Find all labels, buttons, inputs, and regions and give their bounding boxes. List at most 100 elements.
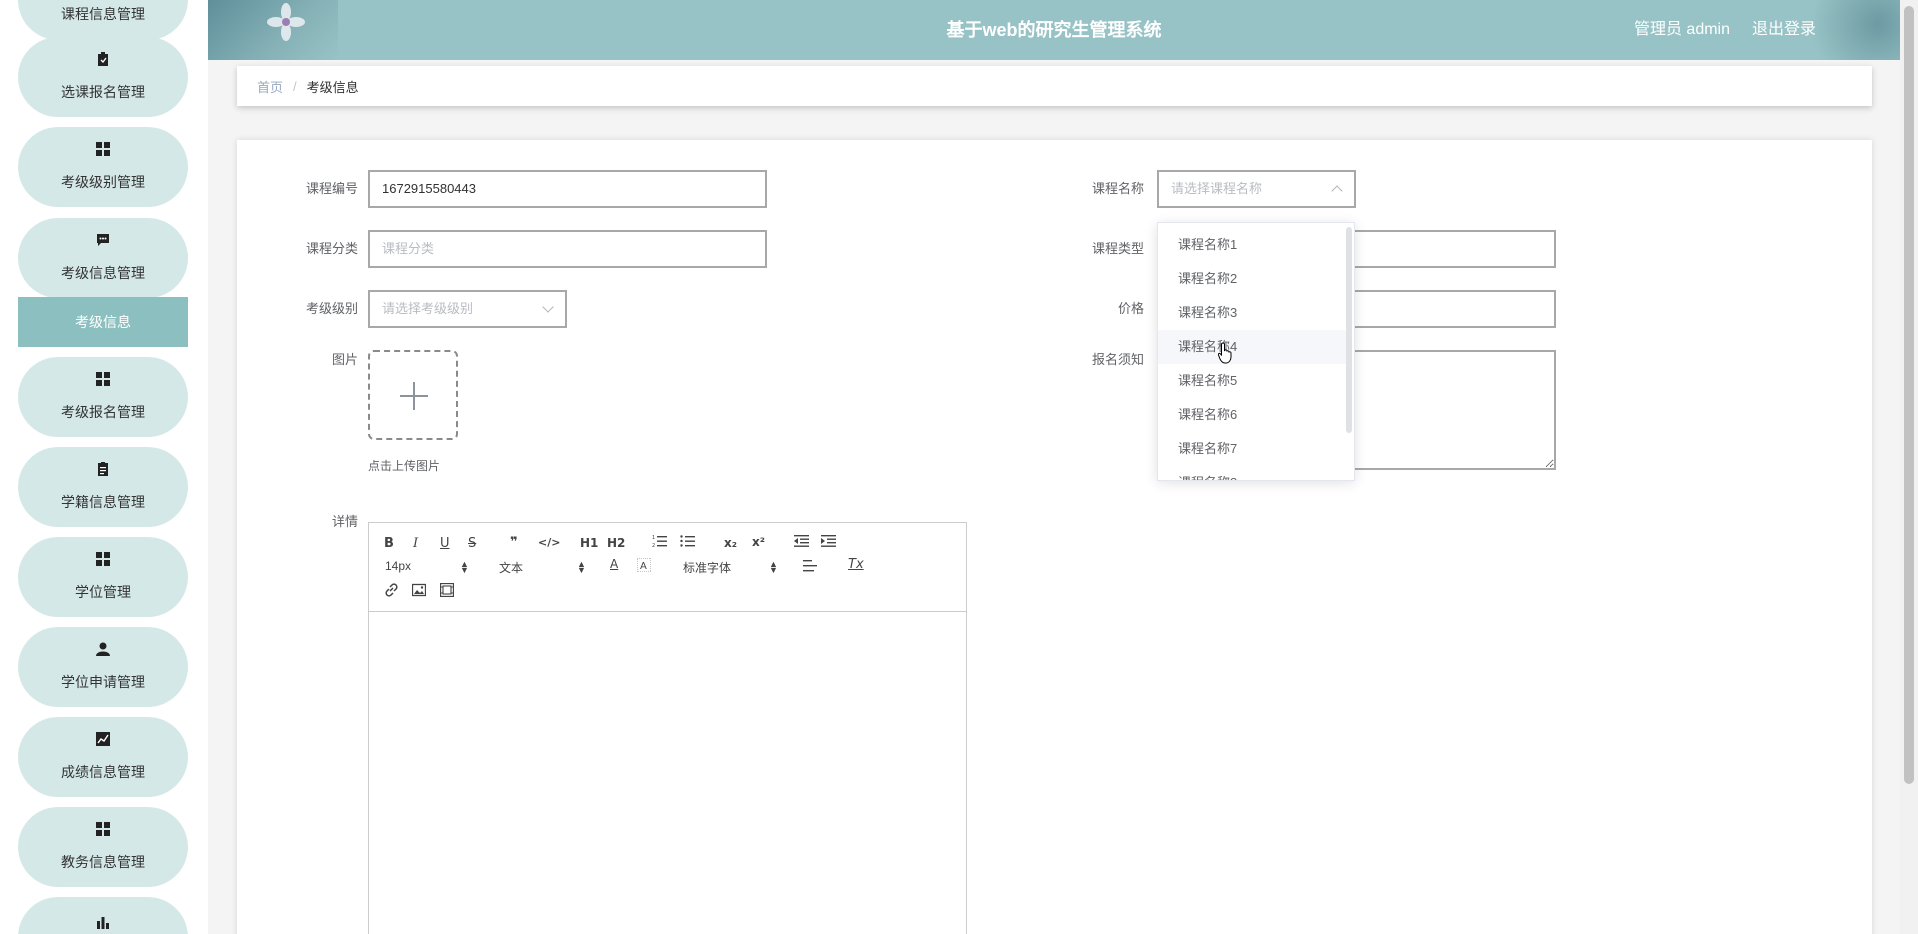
underline-button[interactable]: U xyxy=(440,536,450,551)
sidebar-item-statistics[interactable] xyxy=(18,897,188,934)
grid-icon xyxy=(96,372,110,390)
superscript-button[interactable]: x² xyxy=(752,535,765,549)
editor-content-area[interactable] xyxy=(369,613,966,934)
bar-chart-icon xyxy=(96,915,110,933)
top-header: 基于web的研究生管理系统 管理员 admin 退出登录 xyxy=(208,0,1900,60)
indent-button[interactable] xyxy=(821,534,836,552)
course-type-label: 课程类型 xyxy=(1091,241,1144,256)
exam-level-label: 考级级别 xyxy=(305,301,358,316)
bullet-list-button[interactable] xyxy=(680,534,695,552)
breadcrumb-home[interactable]: 首页 xyxy=(257,77,283,96)
grid-icon xyxy=(96,552,110,570)
video-icon[interactable] xyxy=(439,582,455,601)
sidebar-item-label: 考级信息管理 xyxy=(61,265,145,281)
plus-icon xyxy=(413,382,415,410)
font-color-button[interactable]: A xyxy=(610,557,618,571)
svg-text:1: 1 xyxy=(652,535,655,541)
dropdown-option[interactable]: 课程名称1 xyxy=(1158,228,1348,262)
clear-format-button[interactable]: Tx xyxy=(848,557,864,572)
sidebar-item-course-enroll[interactable]: 选课报名管理 xyxy=(18,37,188,117)
dropdown-option[interactable]: 课程名称8 xyxy=(1158,466,1348,480)
sidebar-item-label: 学位管理 xyxy=(75,584,131,600)
dropdown-option-hovered[interactable]: 课程名称4 xyxy=(1158,330,1348,364)
image-upload-button[interactable] xyxy=(368,350,458,440)
dropdown-option[interactable]: 课程名称6 xyxy=(1158,398,1348,432)
course-name-dropdown: 课程名称1 课程名称2 课程名称3 课程名称4 课程名称5 课程名称6 课程名称… xyxy=(1157,222,1355,481)
dropdown-scrollbar[interactable] xyxy=(1346,227,1352,433)
caret-up-down-icon: ▲ ▼ xyxy=(460,559,469,575)
exam-level-select[interactable]: 请选择考级级别 xyxy=(368,290,567,328)
picture-label: 图片 xyxy=(331,352,358,367)
course-category-label: 课程分类 xyxy=(305,241,358,256)
grid-icon xyxy=(96,142,110,160)
breadcrumb: 首页 / 考级信息 xyxy=(237,66,1872,106)
sidebar-item-degree[interactable]: 学位管理 xyxy=(18,537,188,617)
dropdown-option[interactable]: 课程名称3 xyxy=(1158,296,1348,330)
italic-button[interactable]: I xyxy=(413,536,418,551)
sidebar-item-exam-level[interactable]: 考级级别管理 xyxy=(18,127,188,207)
dropdown-option[interactable]: 课程名称2 xyxy=(1158,262,1348,296)
subscript-button[interactable]: x₂ xyxy=(724,536,737,550)
strikethrough-button[interactable]: S xyxy=(468,536,476,551)
svg-text:A: A xyxy=(640,561,647,572)
outdent-button[interactable] xyxy=(794,534,809,552)
chart-icon xyxy=(96,732,110,750)
document-icon xyxy=(97,462,109,480)
form-card: 课程编号 1672915580443 课程分类 课程分类 考级级别 请选择考级级… xyxy=(237,140,1872,934)
course-no-label: 课程编号 xyxy=(305,181,358,196)
sidebar-item-course-info[interactable]: ▪▪ 课程信息管理 xyxy=(18,0,188,40)
upload-tip: 点击上传图片 xyxy=(368,459,441,473)
sidebar-item-student-status[interactable]: 学籍信息管理 xyxy=(18,447,188,527)
logout-button[interactable]: 退出登录 xyxy=(1752,0,1816,60)
align-button[interactable] xyxy=(803,560,817,576)
course-name-placeholder: 请选择课程名称 xyxy=(1171,181,1263,196)
sidebar-item-label: 教务信息管理 xyxy=(61,854,145,870)
ordered-list-button[interactable]: 12 xyxy=(652,534,667,552)
exam-level-placeholder: 请选择考级级别 xyxy=(382,301,474,316)
current-user: 管理员 admin xyxy=(1633,21,1730,38)
font-family-value: 标准字体 xyxy=(683,561,732,575)
breadcrumb-current: 考级信息 xyxy=(306,79,359,95)
clipboard-icon xyxy=(97,52,109,70)
blockquote-button[interactable]: ❞ xyxy=(510,535,518,550)
sidebar-item-label: 学位申请管理 xyxy=(61,674,145,690)
course-no-input[interactable]: 1672915580443 xyxy=(368,170,767,208)
font-family-select[interactable]: 标准字体 ▲ ▼ xyxy=(683,559,778,576)
sidebar-item-exam-enroll[interactable]: 考级报名管理 xyxy=(18,357,188,437)
course-name-select[interactable]: 请选择课程名称 xyxy=(1157,170,1356,208)
sidebar-item-label: 成绩信息管理 xyxy=(61,764,145,780)
paragraph-format-value: 文本 xyxy=(499,561,524,575)
sidebar-item-label: 课程信息管理 xyxy=(61,6,145,22)
background-color-button[interactable]: A xyxy=(636,557,652,576)
heading2-button[interactable]: H2 xyxy=(607,536,625,550)
sidebar-item-exam-info[interactable]: 考级信息管理 xyxy=(18,218,188,298)
caret-up-down-icon: ▲ ▼ xyxy=(577,559,586,575)
font-size-select[interactable]: 14px ▲ ▼ xyxy=(385,559,470,575)
caret-up-down-icon: ▲ ▼ xyxy=(769,559,778,575)
image-icon[interactable] xyxy=(411,583,427,601)
sidebar-item-degree-apply[interactable]: 学位申请管理 xyxy=(18,627,188,707)
user-icon xyxy=(96,642,110,660)
code-block-button[interactable]: </> xyxy=(538,536,560,549)
sidebar-subitem-exam-info[interactable]: 考级信息 xyxy=(18,297,188,347)
dropdown-option[interactable]: 课程名称5 xyxy=(1158,364,1348,398)
details-label: 详情 xyxy=(331,514,358,529)
dropdown-option[interactable]: 课程名称7 xyxy=(1158,432,1348,466)
paragraph-format-select[interactable]: 文本 ▲ ▼ xyxy=(499,559,586,576)
sidebar-item-academic-affairs[interactable]: 教务信息管理 xyxy=(18,807,188,887)
link-icon[interactable] xyxy=(384,583,399,601)
sidebar-item-grades[interactable]: 成绩信息管理 xyxy=(18,717,188,797)
sidebar-item-label: 学籍信息管理 xyxy=(61,494,145,510)
page-scrollbar[interactable] xyxy=(1900,0,1918,934)
sidebar-item-label: 考级报名管理 xyxy=(61,404,145,420)
bold-button[interactable]: B xyxy=(384,536,394,551)
page-scrollbar-thumb[interactable] xyxy=(1904,6,1914,784)
heading1-button[interactable]: H1 xyxy=(580,536,598,550)
breadcrumb-separator: / xyxy=(293,78,297,94)
grid-icon xyxy=(96,822,110,840)
sidebar: ▪▪ 课程信息管理 选课报名管理 考级级别管理 考级信息管理 考级信息 考级报名… xyxy=(0,0,208,934)
course-name-label: 课程名称 xyxy=(1091,181,1144,196)
font-size-value: 14px xyxy=(385,559,412,573)
hand-cursor-icon xyxy=(1218,342,1232,364)
course-category-input[interactable]: 课程分类 xyxy=(368,230,767,268)
